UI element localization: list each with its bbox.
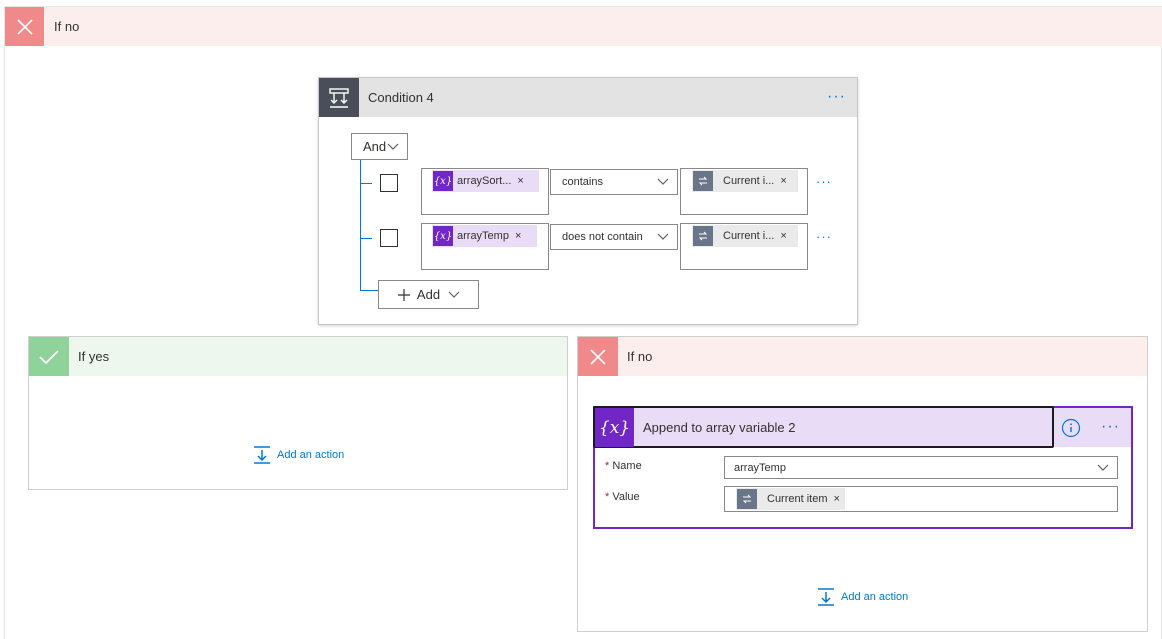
action-more-icon[interactable]: ···: [1101, 419, 1120, 435]
loop-token[interactable]: Current i... ×: [692, 225, 798, 247]
add-action-label: Add an action: [277, 449, 345, 461]
required-marker: *: [605, 491, 610, 503]
close-icon: [578, 337, 618, 376]
group-operator-select[interactable]: And: [351, 133, 408, 160]
if-no-label: If no: [627, 349, 653, 364]
outer-if-no-label: If no: [54, 19, 80, 34]
row-operator-select[interactable]: does not contain: [550, 224, 678, 250]
remove-token-icon[interactable]: ×: [834, 493, 840, 505]
if-yes-header[interactable]: [29, 337, 567, 376]
loop-icon: [737, 489, 757, 509]
remove-token-icon[interactable]: ×: [517, 175, 523, 187]
condition-icon: [319, 78, 359, 117]
row-more-icon[interactable]: ···: [816, 174, 832, 189]
required-marker: *: [605, 460, 610, 472]
outer-if-no-header[interactable]: [5, 7, 1162, 46]
group-connector: [360, 160, 361, 290]
remove-token-icon[interactable]: ×: [780, 230, 786, 242]
append-action-title: Append to array variable 2: [643, 420, 796, 435]
row-operator-select[interactable]: contains: [550, 169, 678, 195]
chevron-down-icon: [387, 143, 399, 150]
info-icon[interactable]: [1061, 418, 1081, 438]
variable-token[interactable]: {x} arrayTemp ×: [432, 225, 537, 247]
row-connector: [360, 183, 372, 184]
if-no-add-action[interactable]: Add an action: [816, 587, 908, 607]
condition-title: Condition 4: [368, 90, 434, 105]
variable-token[interactable]: {x} arraySort... ×: [432, 170, 539, 192]
row-checkbox[interactable]: [380, 174, 398, 192]
row-operator-value: contains: [562, 176, 603, 188]
row-checkbox[interactable]: [380, 229, 398, 247]
value-label-text: Value: [612, 491, 640, 503]
token-label: Current item: [767, 493, 828, 505]
remove-token-icon[interactable]: ×: [515, 230, 521, 242]
row-connector: [360, 238, 372, 239]
add-connector: [360, 290, 378, 291]
group-operator-value: And: [363, 139, 387, 154]
value-field-label: * Value: [605, 491, 640, 503]
if-yes-label: If yes: [78, 349, 110, 364]
remove-token-icon[interactable]: ×: [780, 175, 786, 187]
variable-icon: {x}: [433, 226, 453, 246]
token-label: arrayTemp: [457, 230, 509, 242]
check-icon: [29, 337, 69, 376]
chevron-down-icon: [657, 233, 669, 240]
name-field-label: * Name: [605, 460, 642, 472]
loop-icon: [693, 171, 713, 191]
chevron-down-icon: [1097, 464, 1109, 471]
token-label: Current i...: [723, 230, 775, 242]
name-label-text: Name: [612, 460, 642, 472]
name-select[interactable]: arrayTemp: [724, 456, 1118, 479]
close-icon: [5, 7, 44, 46]
add-row-label: Add: [416, 287, 441, 302]
loop-token[interactable]: Current item ×: [736, 488, 845, 510]
chevron-down-icon: [448, 291, 460, 298]
row-more-icon[interactable]: ···: [816, 229, 832, 244]
row-operator-value: does not contain: [562, 231, 643, 243]
condition-more-icon[interactable]: ···: [827, 89, 846, 105]
plus-icon: [397, 288, 410, 301]
loop-token[interactable]: Current i... ×: [692, 170, 798, 192]
name-select-value: arrayTemp: [734, 461, 786, 474]
variable-icon: {x}: [433, 171, 453, 191]
add-action-icon: [818, 588, 834, 606]
loop-icon: [693, 226, 713, 246]
token-label: Current i...: [723, 175, 775, 187]
add-action-label: Add an action: [841, 591, 909, 603]
chevron-down-icon: [657, 178, 669, 185]
token-label: arraySort...: [457, 175, 512, 187]
variable-icon: {x}: [595, 408, 634, 447]
add-action-icon: [254, 446, 270, 464]
if-yes-add-action[interactable]: Add an action: [252, 445, 344, 465]
if-no-header[interactable]: [578, 337, 1147, 376]
add-row-button[interactable]: Add: [378, 280, 479, 309]
